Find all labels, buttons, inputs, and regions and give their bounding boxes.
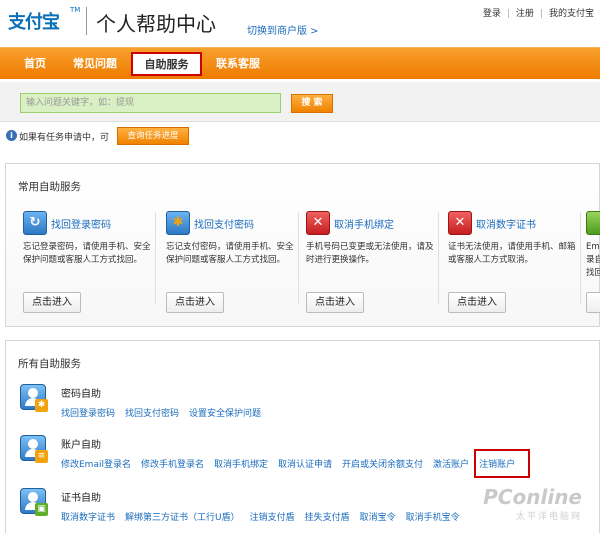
merchant-switch-link[interactable]: 切换到商户版 > — [247, 22, 319, 37]
nav-self-service[interactable]: 自助服务 — [131, 52, 202, 76]
category-links: 取消数字证书 解绑第三方证书（工行U盾） 注销支付盾 挂失支付盾 取消宝令 取消手机宝令 — [61, 510, 470, 523]
my-alipay-link[interactable]: 我的支付宝 — [549, 6, 594, 19]
common-services-panel: 常用自助服务 ↻ 找回登录密码 忘记登录密码，请使用手机、安全保护问题或客服人工… — [5, 163, 600, 327]
watermark-sub: 太平洋电脑网 — [515, 512, 582, 522]
all-services-title: 所有自助服务 — [18, 358, 81, 370]
category-password: ✱ 密码自助 找回登录密码 找回支付密码 设置安全保护问题 — [17, 382, 587, 422]
search-button[interactable]: 搜 索 — [291, 94, 333, 113]
enter-button[interactable]: 点击进入 — [23, 292, 81, 313]
service-link[interactable]: 开启或关闭余额支付 — [342, 457, 423, 470]
task-progress-button[interactable]: 查询任务进度 — [117, 127, 189, 145]
service-name[interactable]: 取消手机绑定 — [334, 216, 394, 231]
account-icon: ≡ — [20, 435, 48, 463]
phone-cancel-icon: ✕ — [306, 211, 330, 235]
service-desc: Ema 录自 找回 — [586, 242, 600, 278]
search-bar: 输入问题关键字，如：提现 搜 索 — [0, 82, 600, 122]
watermark: PConline 太平洋电脑网 — [483, 485, 582, 522]
certificate-cancel-icon: ✕ — [448, 211, 472, 235]
register-link[interactable]: 注册 — [516, 6, 534, 19]
service-card: ✕ 取消数字证书 证书无法使用，请使用手机、邮箱或客服人工方式取消。 点击进入 — [443, 208, 581, 318]
close-account-highlight — [474, 449, 530, 478]
info-icon: i — [6, 130, 17, 141]
service-card: ✕ 取消手机绑定 手机号码已变更或无法使用，请及时进行更换操作。 点击进入 — [301, 208, 439, 318]
category-title: 账户自助 — [61, 440, 101, 451]
service-card: ✱ 找回支付密码 忘记支付密码，请使用手机、安全保护问题或客服人工方式找回。 点… — [161, 208, 299, 318]
nav-home[interactable]: 首页 — [14, 48, 56, 80]
key-refresh-icon: ✱ — [166, 211, 190, 235]
service-desc: 证书无法使用，请使用手机、邮箱或客服人工方式取消。 — [448, 242, 576, 265]
nav-contact[interactable]: 联系客服 — [208, 48, 268, 80]
enter-button[interactable]: 点击进入 — [448, 292, 506, 313]
logo-trademark: TM — [70, 6, 81, 14]
email-icon — [586, 211, 600, 235]
enter-button-partial[interactable] — [586, 292, 600, 313]
service-desc: 忘记登录密码，请使用手机、安全保护问题或客服人工方式找回。 — [23, 242, 151, 265]
service-desc: 手机号码已变更或无法使用，请及时进行更换操作。 — [306, 242, 434, 265]
main-nav: 首页 常见问题 联系客服 — [0, 47, 600, 79]
service-link[interactable]: 解绑第三方证书（工行U盾） — [125, 510, 240, 523]
task-hint-text: 如果有任务申请中，可 — [19, 133, 110, 143]
login-link[interactable]: 登录 — [483, 6, 501, 19]
watermark-brand: PConline — [483, 485, 582, 509]
service-link[interactable]: 取消认证申请 — [278, 457, 332, 470]
service-card: ↻ 找回登录密码 忘记登录密码，请使用手机、安全保护问题或客服人工方式找回。 点… — [18, 208, 156, 318]
page-title: 个人帮助中心 — [96, 12, 216, 36]
task-row: i 如果有任务申请中，可 查询任务进度 — [0, 122, 600, 150]
common-services-title: 常用自助服务 — [18, 181, 81, 193]
service-link[interactable]: 取消手机宝令 — [406, 510, 460, 523]
password-icon: ✱ — [20, 384, 48, 412]
lock-refresh-icon: ↻ — [23, 211, 47, 235]
service-link[interactable]: 注销支付盾 — [250, 510, 295, 523]
service-link[interactable]: 取消手机绑定 — [214, 457, 268, 470]
certificate-icon: ▣ — [20, 488, 48, 516]
service-link[interactable]: 取消数字证书 — [61, 510, 115, 523]
header: 支付宝 TM 个人帮助中心 切换到商户版 > 登录 | 注册 | 我的支付宝 — [0, 0, 600, 46]
service-link[interactable]: 找回登录密码 — [61, 406, 115, 419]
service-card-partial: Ema 录自 找回 — [584, 208, 600, 318]
service-link[interactable]: 激活账户 — [433, 457, 469, 470]
top-links: 登录 | 注册 | 我的支付宝 — [483, 6, 594, 19]
service-link[interactable]: 找回支付密码 — [125, 406, 179, 419]
enter-button[interactable]: 点击进入 — [166, 292, 224, 313]
logo-divider — [86, 7, 87, 35]
enter-button[interactable]: 点击进入 — [306, 292, 364, 313]
nav-faq[interactable]: 常见问题 — [64, 48, 126, 80]
service-name[interactable]: 取消数字证书 — [476, 216, 536, 231]
category-title: 密码自助 — [61, 389, 101, 400]
category-links: 修改Email登录名 修改手机登录名 取消手机绑定 取消认证申请 开启或关闭余额支付 激活… — [61, 457, 525, 470]
service-link[interactable]: 修改手机登录名 — [141, 457, 204, 470]
service-link[interactable]: 挂失支付盾 — [305, 510, 350, 523]
category-title: 证书自助 — [61, 493, 101, 504]
service-desc: 忘记支付密码，请使用手机、安全保护问题或客服人工方式找回。 — [166, 242, 294, 265]
category-links: 找回登录密码 找回支付密码 设置安全保护问题 — [61, 406, 271, 419]
alipay-logo[interactable]: 支付宝 TM — [8, 6, 80, 36]
logo-text: 支付宝 — [8, 12, 60, 33]
service-link[interactable]: 取消宝令 — [360, 510, 396, 523]
service-link[interactable]: 设置安全保护问题 — [189, 406, 261, 419]
service-name[interactable]: 找回登录密码 — [51, 216, 111, 231]
service-link[interactable]: 修改Email登录名 — [61, 457, 131, 470]
search-input[interactable]: 输入问题关键字，如：提现 — [20, 93, 281, 113]
service-name[interactable]: 找回支付密码 — [194, 216, 254, 231]
